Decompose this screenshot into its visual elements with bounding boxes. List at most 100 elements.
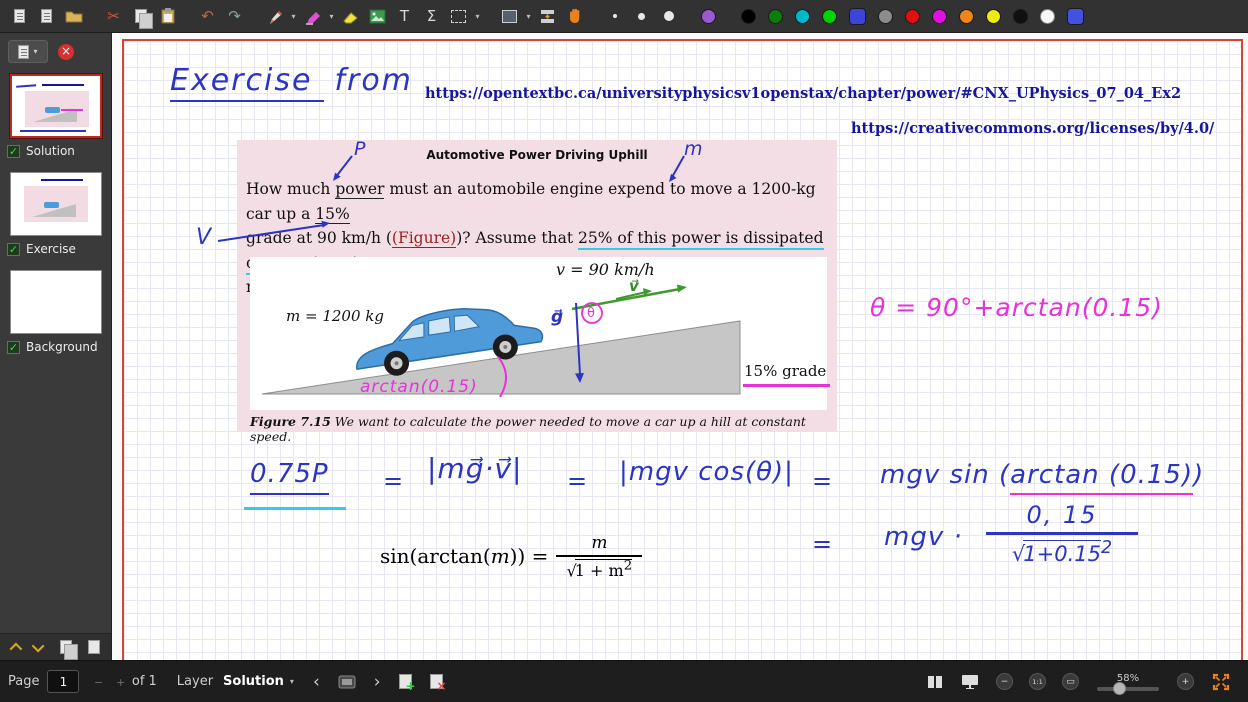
add-layer-icon[interactable]: + (399, 674, 412, 689)
sin-term-arctan-underlined: arctan (0.15) (1010, 460, 1193, 495)
color-swatch-red[interactable] (905, 9, 920, 24)
pen-tool-icon[interactable] (262, 4, 287, 29)
page-count-label: of 1 (132, 674, 157, 689)
annotation-m-arrow (662, 153, 692, 187)
color-swatch-magenta[interactable] (932, 9, 947, 24)
cut-icon[interactable]: ✂ (101, 4, 126, 29)
move-layer-down-icon[interactable] (32, 639, 45, 652)
insert-image-icon[interactable] (365, 4, 390, 29)
canvas-viewport[interactable]: Exercisefrom https://opentextbc.ca/unive… (112, 33, 1248, 660)
sidebar-view-selector[interactable]: ▾ (8, 40, 48, 63)
annotation-V-arrow (212, 217, 336, 247)
thumb-problem-box (24, 186, 88, 222)
layer-selector-chevron-icon: ▾ (290, 677, 294, 686)
zoom-fit-button[interactable]: ▭ (1062, 673, 1079, 690)
sqrt-exponent: 2 (1101, 538, 1112, 558)
current-color-indicator[interactable] (701, 9, 716, 24)
layer-selector[interactable]: Solution ▾ (223, 674, 294, 689)
page-increment-button[interactable]: + (117, 674, 125, 690)
copy-icon[interactable] (128, 4, 153, 29)
color-swatch-black2[interactable] (1013, 9, 1028, 24)
color-swatch-lightgreen[interactable] (822, 9, 837, 24)
layer-thumbnail-exercise[interactable] (10, 172, 102, 236)
zoom-100-button[interactable]: 1:1 (1029, 673, 1046, 690)
delete-layer-icon[interactable]: × (430, 674, 443, 689)
layer-label-exercise[interactable]: Exercise (26, 242, 76, 256)
figure-caption: Figure 7.15 We want to calculate the pow… (250, 414, 837, 444)
layer-checkbox-background[interactable]: ✓ (7, 341, 20, 354)
sidebar-close-button[interactable]: × (58, 44, 74, 60)
arctan-annotation: arctan(0.15) (360, 377, 478, 397)
layer-visibility-icon[interactable] (338, 675, 356, 689)
layer-label-background[interactable]: Background (26, 340, 98, 354)
heading-word-from: from (334, 63, 412, 98)
presentation-mode-icon[interactable] (961, 674, 979, 689)
color-swatch-blue-selected[interactable] (849, 8, 866, 25)
layer-label-solution[interactable]: Solution (26, 144, 75, 158)
color-swatch-orange[interactable] (959, 9, 974, 24)
layer-thumbnail-solution[interactable] (10, 74, 102, 138)
layer-checkbox-exercise[interactable]: ✓ (7, 243, 20, 256)
merge-layer-icon[interactable] (88, 640, 100, 654)
color-swatch-green[interactable] (768, 9, 783, 24)
problem-text-segment: )? Assume that (456, 229, 578, 247)
duplicate-layer-icon[interactable] (60, 640, 72, 654)
layer-row-exercise: ✓ Exercise (0, 241, 111, 263)
document-icon[interactable] (34, 4, 59, 29)
layer-checkbox-solution[interactable]: ✓ (7, 145, 20, 158)
select-options-chevron-icon[interactable]: ▾ (472, 4, 483, 29)
color-swatch-white[interactable] (1040, 9, 1055, 24)
annotation-V: V (196, 225, 211, 250)
annotation-P-arrow (328, 153, 358, 185)
next-layer-icon[interactable]: › (374, 672, 381, 692)
pages-side-by-side-icon[interactable] (927, 676, 943, 688)
theta-equation: θ = 90°+arctan(0.15) (870, 293, 1163, 322)
highlighter-tool-icon[interactable] (300, 4, 325, 29)
vertical-space-tool-icon[interactable] (535, 4, 560, 29)
sidebar-header: ▾ × (0, 33, 111, 67)
velocity-label: v = 90 km/h (556, 260, 655, 279)
select-tool-icon[interactable] (446, 4, 471, 29)
paste-icon[interactable] (155, 4, 180, 29)
hand-tool-icon[interactable] (562, 4, 587, 29)
highlighter-options-chevron-icon[interactable]: ▾ (326, 4, 337, 29)
page-number-input[interactable] (47, 670, 79, 693)
document-page[interactable]: Exercisefrom https://opentextbc.ca/unive… (122, 39, 1243, 660)
zoom-slider-handle[interactable] (1113, 682, 1126, 695)
stroke-fine-icon[interactable] (602, 4, 627, 29)
source-link[interactable]: https://opentextbc.ca/universityphysicsv… (425, 85, 1181, 102)
move-layer-up-icon[interactable] (10, 642, 23, 655)
zoom-out-button[interactable]: − (996, 673, 1013, 690)
figure-link[interactable]: (Figure) (392, 229, 456, 248)
pen-options-chevron-icon[interactable]: ▾ (288, 4, 299, 29)
undo-icon[interactable]: ↶ (195, 4, 220, 29)
eraser-tool-icon[interactable] (338, 4, 363, 29)
text-tool-icon[interactable]: T (392, 4, 417, 29)
sidebar-view-chevron-icon[interactable]: ▾ (33, 47, 37, 56)
fill-tool-icon[interactable] (497, 4, 522, 29)
redo-icon[interactable]: ↷ (222, 4, 247, 29)
color-picker-custom[interactable] (1067, 8, 1084, 25)
stroke-thick-icon[interactable] (656, 4, 681, 29)
open-folder-icon[interactable] (61, 4, 86, 29)
page-decrement-button[interactable]: − (94, 674, 102, 690)
new-document-icon[interactable] (7, 4, 32, 29)
license-link[interactable]: https://creativecommons.org/licenses/by/… (851, 120, 1214, 137)
zoom-100-label: 1:1 (1032, 678, 1042, 686)
zoom-slider[interactable] (1097, 687, 1159, 691)
color-swatch-yellow[interactable] (986, 9, 1001, 24)
statusbar-right-group: − 1:1 ▭ 58% + (918, 672, 1240, 692)
formula-exponent: 2 (624, 559, 632, 574)
color-swatch-black[interactable] (741, 9, 756, 24)
fullscreen-button[interactable] (1211, 672, 1231, 692)
stroke-medium-icon[interactable] (629, 4, 654, 29)
grade-magenta-underline (743, 384, 830, 387)
color-swatch-cyan[interactable] (795, 9, 810, 24)
math-tex-tool-icon[interactable]: Σ (419, 4, 444, 29)
layer-thumbnail-background[interactable] (10, 270, 102, 334)
zoom-in-button[interactable]: + (1177, 673, 1194, 690)
fill-options-chevron-icon[interactable]: ▾ (523, 4, 534, 29)
color-swatch-gray[interactable] (878, 9, 893, 24)
previous-layer-icon[interactable]: ‹ (313, 672, 320, 692)
equals-sign-4: = (812, 530, 833, 558)
